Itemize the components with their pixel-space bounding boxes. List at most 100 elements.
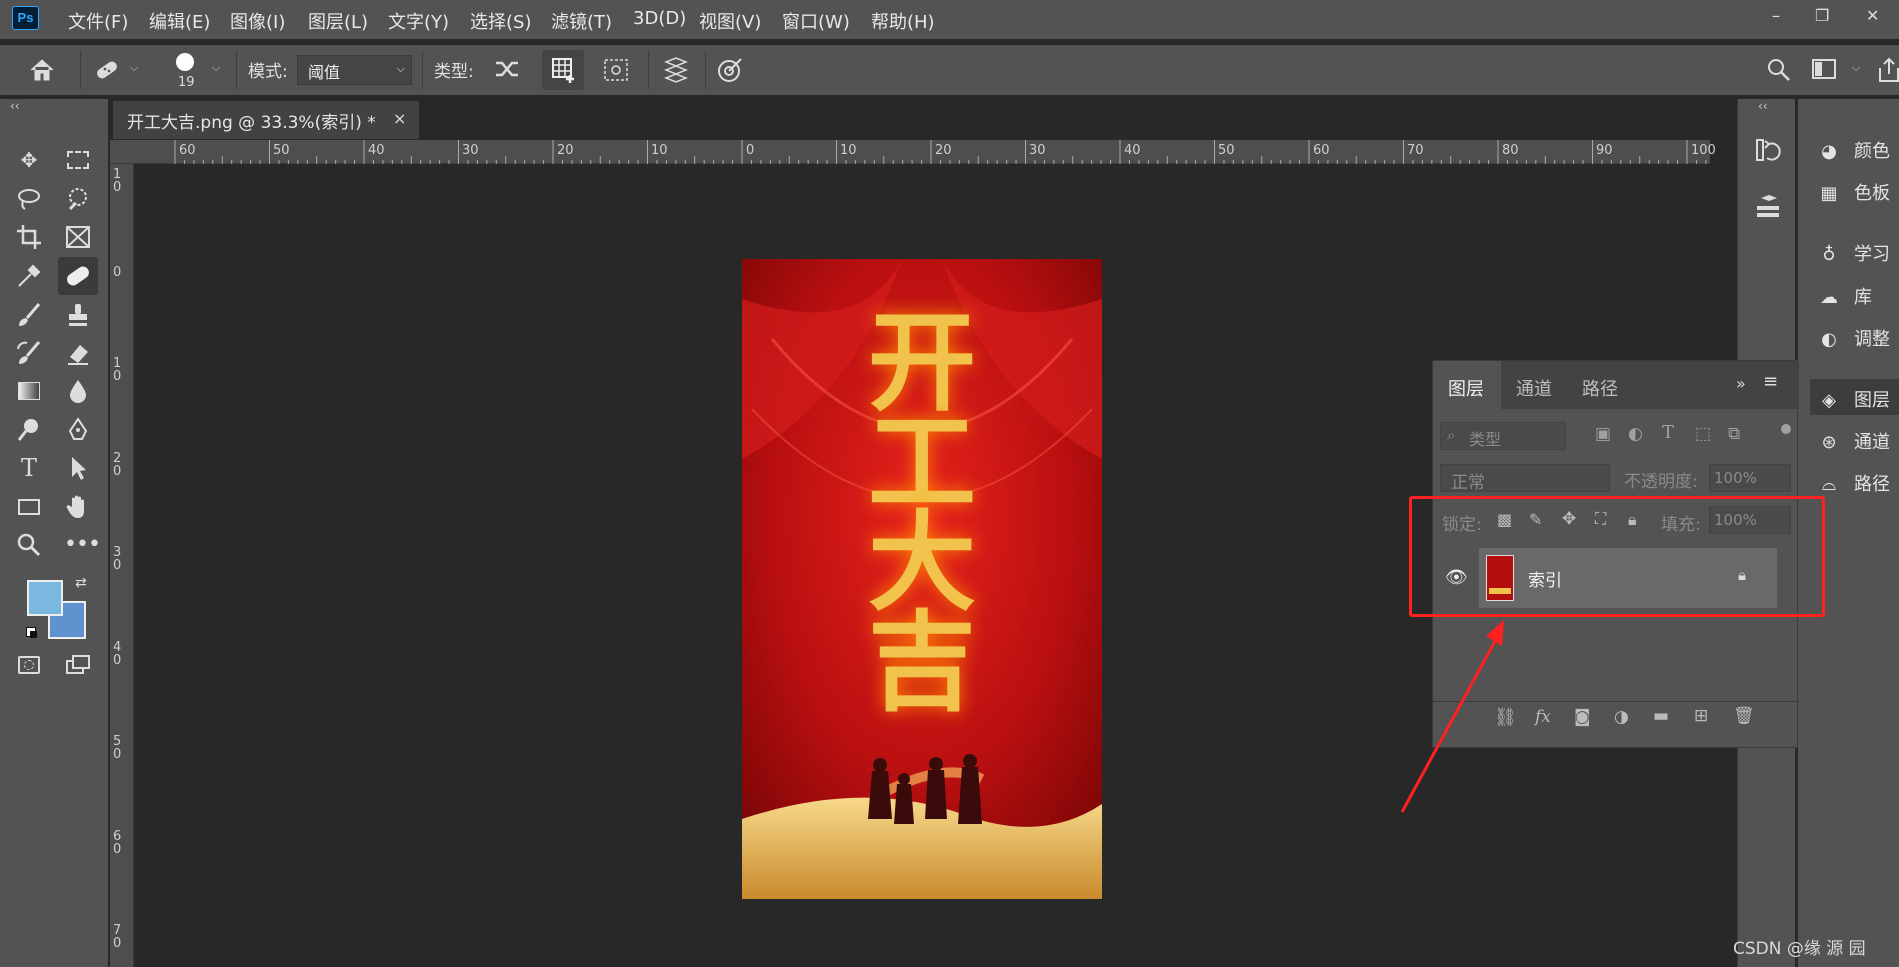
new-adjustment-icon[interactable]: ◑ — [1614, 707, 1629, 727]
tab-layers[interactable]: 图层 — [1448, 375, 1484, 401]
menu-type[interactable]: 文字(Y) — [388, 8, 449, 34]
filter-toggle-icon[interactable] — [1781, 424, 1791, 434]
filter-smart-icon[interactable]: ⧉ — [1728, 424, 1740, 444]
gradient-tool-icon[interactable] — [15, 377, 43, 405]
menu-3d[interactable]: 3D(D) — [633, 8, 686, 29]
filter-type-icon[interactable]: T — [1662, 422, 1674, 443]
menu-image[interactable]: 图像(I) — [230, 8, 285, 34]
ruler-label: 10 — [651, 143, 668, 158]
brush-chevron-icon[interactable]: ⌵ — [212, 61, 220, 75]
mode-value: 阈值 — [308, 63, 341, 82]
create-texture-button[interactable] — [542, 50, 584, 90]
home-icon[interactable] — [28, 57, 56, 83]
blend-mode-select[interactable]: 正常 — [1440, 464, 1610, 493]
eyedropper-tool-icon[interactable] — [15, 262, 43, 290]
menu-help[interactable]: 帮助(H) — [871, 8, 935, 34]
mode-select[interactable]: 阈值 ⌵ — [297, 55, 412, 85]
blur-tool-icon[interactable] — [64, 377, 92, 405]
default-colors-icon[interactable] — [26, 627, 37, 638]
minimize-button[interactable]: – — [1772, 6, 1780, 25]
move-tool-icon[interactable]: ✥ — [15, 146, 43, 174]
sample-all-layers-icon[interactable] — [662, 56, 690, 84]
healing-brush-tool-icon[interactable] — [58, 257, 98, 295]
fx-icon[interactable]: fx — [1535, 707, 1551, 727]
workspace-chevron-icon[interactable]: ⌵ — [1852, 61, 1860, 75]
learn-panel-button[interactable]: ♁ 学习 — [1816, 240, 1890, 266]
healing-brush-icon[interactable] — [92, 56, 122, 84]
clone-stamp-tool-icon[interactable] — [64, 301, 92, 329]
color-panel-button[interactable]: ◕ 颜色 — [1816, 137, 1890, 163]
close-window-button[interactable]: ✕ — [1866, 6, 1879, 25]
menu-edit[interactable]: 编辑(E) — [149, 8, 210, 34]
share-icon[interactable] — [1876, 56, 1899, 84]
filter-shape-icon[interactable]: ⬚ — [1695, 424, 1711, 444]
ruler-label: 50 — [273, 143, 290, 158]
ruler-label: 40 — [1124, 143, 1141, 158]
history-brush-tool-icon[interactable] — [15, 339, 43, 367]
history-panel-icon[interactable] — [1755, 136, 1781, 164]
frame-tool-icon[interactable] — [64, 223, 92, 251]
dodge-tool-icon[interactable] — [15, 416, 43, 444]
hand-tool-icon[interactable] — [64, 493, 92, 521]
foreground-color-swatch[interactable] — [27, 580, 63, 616]
collapse-icon[interactable]: ‹‹ — [10, 99, 20, 113]
zoom-tool-icon[interactable] — [15, 531, 43, 559]
3d-panel-icon[interactable] — [1755, 194, 1781, 222]
content-aware-icon[interactable] — [602, 57, 630, 83]
filter-pixel-icon[interactable]: ▣ — [1595, 424, 1611, 444]
document-tab[interactable]: 开工大吉.png @ 33.3%(索引) * × — [113, 101, 419, 139]
proximity-match-icon[interactable] — [493, 57, 521, 81]
add-mask-icon[interactable]: ◙ — [1574, 707, 1591, 727]
type-tool-icon[interactable]: T — [15, 454, 43, 482]
brush-tool-icon[interactable] — [15, 301, 43, 329]
brush-preview-icon[interactable] — [176, 53, 194, 71]
menu-view[interactable]: 视图(V) — [699, 8, 761, 34]
ruler-label: 2 0 — [113, 451, 122, 479]
adjustments-panel-button[interactable]: ◐ 调整 — [1816, 325, 1890, 351]
menu-select[interactable]: 选择(S) — [470, 8, 531, 34]
path-select-tool-icon[interactable] — [64, 454, 92, 482]
ruler-label: 1 0 — [113, 167, 122, 195]
swatches-panel-button[interactable]: ▦ 色板 — [1816, 179, 1890, 205]
menu-window[interactable]: 窗口(W) — [782, 8, 850, 34]
marquee-tool-icon[interactable] — [64, 146, 92, 174]
quick-select-tool-icon[interactable] — [64, 185, 92, 213]
paths-panel-button[interactable]: ⌓ 路径 — [1816, 470, 1890, 496]
photoshop-logo[interactable]: Ps — [12, 6, 39, 30]
delete-layer-icon[interactable]: 🗑︎ — [1733, 706, 1755, 726]
menu-layer[interactable]: 图层(L) — [308, 8, 368, 34]
document-image[interactable]: 开 工 大 吉 — [742, 259, 1102, 899]
tab-paths[interactable]: 路径 — [1582, 375, 1618, 401]
libraries-panel-button[interactable]: ☁ 库 — [1816, 283, 1872, 309]
new-layer-icon[interactable]: ⊞ — [1694, 706, 1708, 726]
diffusion-icon[interactable] — [716, 56, 744, 84]
close-tab-icon[interactable]: × — [393, 109, 406, 128]
crop-tool-icon[interactable] — [15, 223, 43, 251]
panel-menu-icon[interactable]: ≡ — [1763, 371, 1778, 392]
collapse-panel-icon[interactable]: » — [1736, 374, 1746, 393]
eraser-tool-icon[interactable] — [64, 339, 92, 367]
more-tools-icon[interactable]: ••• — [64, 531, 101, 559]
filter-kind-select[interactable]: ⌕ 类型 — [1440, 422, 1566, 450]
opacity-input[interactable]: 100% — [1709, 464, 1791, 492]
tools-panel: ‹‹ ✥ T ••• ⇄ — [0, 99, 108, 967]
new-group-icon[interactable]: ▬ — [1653, 706, 1669, 726]
search-icon[interactable] — [1766, 57, 1792, 83]
layers-panel-button[interactable]: ◈ 图层 — [1816, 386, 1890, 412]
pen-tool-icon[interactable] — [64, 416, 92, 444]
tab-channels[interactable]: 通道 — [1516, 375, 1552, 401]
filter-adjustment-icon[interactable]: ◐ — [1628, 424, 1643, 444]
expand-dock-icon[interactable]: ‹‹ — [1758, 99, 1768, 113]
quick-mask-icon[interactable] — [15, 651, 43, 679]
menu-filter[interactable]: 滤镜(T) — [551, 8, 612, 34]
channels-panel-button[interactable]: ⊛ 通道 — [1816, 428, 1890, 454]
menu-file[interactable]: 文件(F) — [68, 8, 128, 34]
chevron-down-icon[interactable]: ⌵ — [130, 61, 138, 75]
rectangle-tool-icon[interactable] — [15, 493, 43, 521]
workspace-icon[interactable] — [1811, 58, 1837, 80]
panel-label: 色板 — [1854, 183, 1890, 204]
screen-mode-icon[interactable] — [64, 651, 92, 679]
lasso-tool-icon[interactable] — [15, 185, 43, 213]
restore-button[interactable]: ❐ — [1815, 6, 1829, 25]
swap-colors-icon[interactable]: ⇄ — [75, 575, 87, 591]
